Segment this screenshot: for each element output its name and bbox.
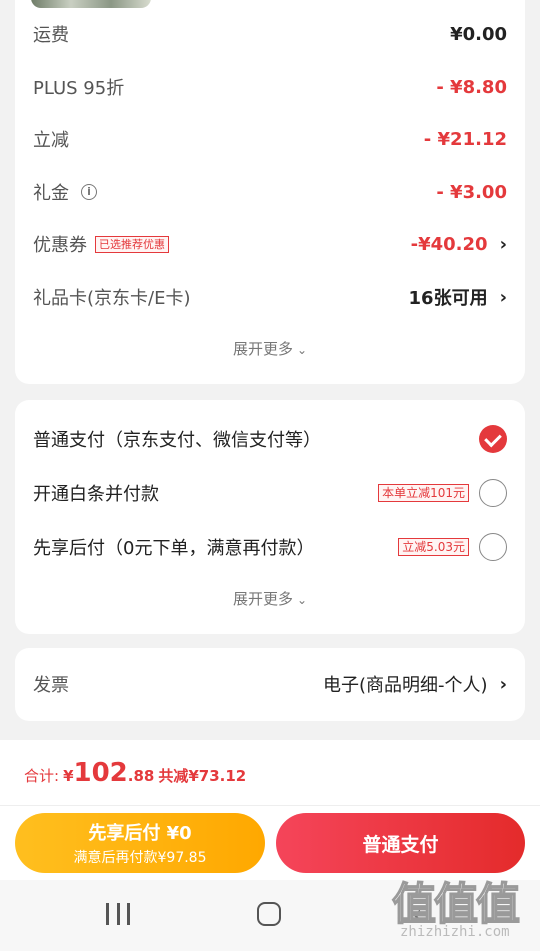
expand-more-label: 展开更多 [232, 340, 293, 358]
coupon-recommended-tag: 已选推荐优惠 [95, 235, 169, 253]
divider [0, 805, 540, 806]
payment-option-label: 先享后付（0元下单，满意再付款） [33, 538, 315, 559]
pay-later-subtitle: 满意后再付款¥97.85 [73, 850, 207, 866]
coupon-value: -¥40.20 [410, 233, 488, 255]
watermark-url: zhizhizhi.com [400, 924, 510, 940]
payment-option-normal[interactable]: 普通支付（京东支付、微信支付等） [33, 422, 507, 456]
product-thumbnail[interactable] [31, 0, 151, 8]
chevron-down-icon: ⌄ [296, 593, 308, 607]
chevron-right-icon: › [499, 233, 507, 255]
chevron-down-icon: ⌄ [296, 343, 308, 357]
pay-later-title: 先享后付 ¥0 [88, 823, 192, 844]
payment-option-pay-later[interactable]: 先享后付（0元下单，满意再付款） 立减5.03元 [33, 530, 507, 564]
gift-money-row: 礼金 i - ¥3.00 [33, 176, 507, 208]
chevron-right-icon: › [499, 673, 507, 695]
gift-money-label: 礼金 [33, 183, 69, 204]
total-saved: 共减¥73.12 [158, 767, 247, 785]
info-icon[interactable]: i [81, 184, 97, 200]
check-circle-icon[interactable] [479, 425, 507, 453]
payment-option-baitiao[interactable]: 开通白条并付款 本单立减101元 [33, 476, 507, 510]
total-decimal: .88 [127, 767, 155, 785]
shipping-row: 运费 ¥0.00 [33, 18, 507, 50]
expand-more-label: 展开更多 [232, 590, 293, 608]
total-integer: 102 [73, 758, 128, 788]
normal-pay-button[interactable]: 普通支付 [276, 813, 525, 873]
recent-apps-icon[interactable] [106, 903, 130, 925]
coupon-row[interactable]: 优惠券 已选推荐优惠 -¥40.20 › [33, 228, 507, 260]
shipping-value: ¥0.00 [450, 23, 507, 45]
radio-button[interactable] [479, 533, 507, 561]
invoice-card[interactable]: 发票 电子(商品明细-个人) › [15, 648, 525, 721]
expand-more-payments[interactable]: 展开更多 ⌄ [15, 588, 525, 609]
chevron-right-icon: › [499, 286, 507, 308]
cost-summary-card: 运费 ¥0.00 PLUS 95折 - ¥8.80 立减 - ¥21.12 礼金… [15, 0, 525, 384]
watermark: 值值值 zhizhizhi.com [391, 868, 532, 946]
gift-card-row[interactable]: 礼品卡(京东卡/E卡) 16张可用 › [33, 281, 507, 313]
payment-option-label: 普通支付（京东支付、微信支付等） [33, 430, 321, 451]
payment-promo-tag: 本单立减101元 [378, 484, 469, 502]
radio-button[interactable] [479, 479, 507, 507]
checkout-footer: 合计: ¥ 102 .88 共减¥73.12 先享后付 ¥0 满意后再付款¥97… [0, 740, 540, 880]
gift-card-label: 礼品卡(京东卡/E卡) [33, 288, 191, 309]
invoice-row[interactable]: 发票 电子(商品明细-个人) › [33, 668, 507, 700]
invoice-label: 发票 [33, 675, 69, 696]
instant-discount-label: 立减 [33, 130, 69, 151]
plus-discount-row: PLUS 95折 - ¥8.80 [33, 71, 507, 103]
gift-card-value: 16张可用 [408, 288, 488, 309]
payment-option-label: 开通白条并付款 [33, 484, 159, 505]
watermark-logo: 值值值 [391, 878, 521, 931]
order-total: 合计: ¥ 102 .88 共减¥73.12 [24, 758, 246, 788]
gift-money-value: - ¥3.00 [436, 181, 507, 203]
currency-symbol: ¥ [63, 767, 74, 785]
plus-discount-label: PLUS 95折 [33, 78, 125, 99]
home-icon[interactable] [257, 902, 281, 926]
invoice-value: 电子(商品明细-个人) [323, 675, 488, 696]
plus-discount-value: - ¥8.80 [436, 76, 507, 98]
payment-promo-tag: 立减5.03元 [398, 538, 469, 556]
payment-options-card: 普通支付（京东支付、微信支付等） 开通白条并付款 本单立减101元 先享后付（0… [15, 400, 525, 634]
pay-later-button[interactable]: 先享后付 ¥0 满意后再付款¥97.85 [15, 813, 265, 873]
shipping-label: 运费 [33, 25, 69, 46]
total-label: 合计: [24, 767, 60, 785]
coupon-label: 优惠券 [33, 235, 87, 256]
expand-more-costs[interactable]: 展开更多 ⌄ [15, 338, 525, 359]
instant-discount-value: - ¥21.12 [423, 128, 507, 150]
instant-discount-row: 立减 - ¥21.12 [33, 123, 507, 155]
